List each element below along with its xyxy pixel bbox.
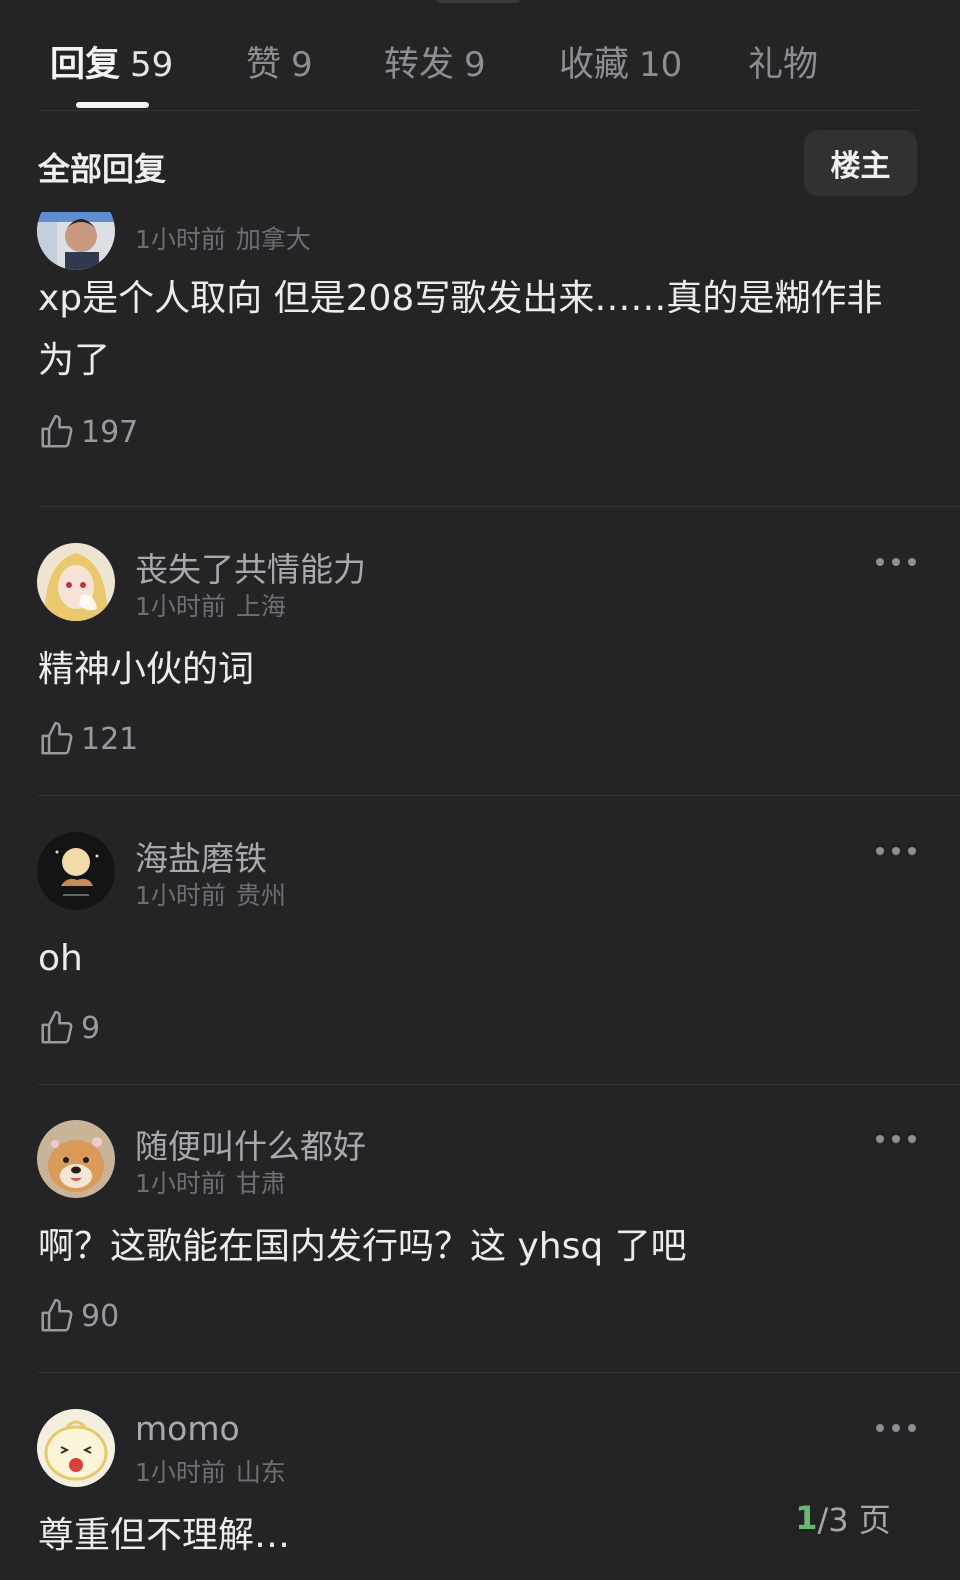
page-indicator[interactable]: 1/3 页 xyxy=(748,1478,938,1558)
comment-location: 甘肃 xyxy=(235,1169,286,1198)
comment-divider xyxy=(38,1372,960,1373)
tab-count: 9 xyxy=(291,45,313,85)
username[interactable]: 海盐磨铁 xyxy=(135,832,267,880)
comment-meta: 1小时前 山东 xyxy=(135,1453,286,1489)
username[interactable]: 丧失了共情能力 xyxy=(135,543,366,591)
comment-meta: 1小时前 甘肃 xyxy=(135,1164,286,1200)
comment-meta: 1小时前 上海 xyxy=(135,587,286,623)
avatar[interactable] xyxy=(37,212,115,270)
avatar[interactable] xyxy=(37,543,115,621)
tab-replies[interactable]: 回复 59 xyxy=(50,36,173,87)
avatar[interactable] xyxy=(37,1120,115,1198)
tab-label: 礼物 xyxy=(748,45,819,85)
current-page: 1 xyxy=(795,1499,818,1537)
comment-meta: 1小时前 贵州 xyxy=(135,876,286,912)
like-count: 9 xyxy=(81,1010,101,1046)
avatar[interactable] xyxy=(37,832,115,910)
avatar[interactable] xyxy=(37,1409,115,1487)
like-count: 121 xyxy=(81,721,139,757)
like-count: 197 xyxy=(81,414,139,450)
tab-count: 9 xyxy=(464,45,486,85)
tab-reposts[interactable]: 转发 9 xyxy=(384,36,486,87)
tab-label: 回复 xyxy=(50,45,121,85)
like-count: 90 xyxy=(81,1298,120,1334)
like-button[interactable]: 121 xyxy=(38,719,138,759)
comment-divider xyxy=(38,506,960,507)
thumbs-up-icon xyxy=(41,1298,73,1332)
username[interactable]: 随便叫什么都好 xyxy=(135,1120,366,1168)
comment-time: 1小时前 xyxy=(135,1169,226,1198)
comment-meta: 1小时前 加拿大 xyxy=(135,220,311,256)
like-button[interactable]: 9 xyxy=(38,1008,100,1048)
thumbs-up-icon xyxy=(41,1010,73,1044)
tab-count: 59 xyxy=(130,45,174,85)
tab-label: 赞 xyxy=(246,45,282,85)
all-replies-title: 全部回复 xyxy=(38,150,167,188)
like-button[interactable]: 197 xyxy=(38,412,138,452)
more-dots-icon[interactable] xyxy=(876,1132,916,1146)
tab-count: 10 xyxy=(639,45,683,85)
thumbs-up-icon xyxy=(41,414,73,448)
comment-divider xyxy=(38,795,960,796)
comment-location: 加拿大 xyxy=(235,225,311,254)
comment-text[interactable]: oh xyxy=(38,928,918,990)
tab-favorites[interactable]: 收藏 10 xyxy=(559,36,682,87)
comment-divider xyxy=(38,1084,960,1085)
tab-bar: 回复 59 赞9 转发 9 收藏 10 礼物 xyxy=(38,28,918,111)
comment-location: 上海 xyxy=(235,592,286,621)
more-dots-icon[interactable] xyxy=(876,555,916,569)
thumbs-up-icon xyxy=(41,721,73,755)
comment-location: 贵州 xyxy=(235,881,286,910)
active-tab-indicator xyxy=(76,102,149,108)
comment-text[interactable]: xp是个人取向 但是208写歌发出来……真的是糊作非为了 xyxy=(38,268,918,392)
comment-time: 1小时前 xyxy=(135,881,226,910)
tab-gifts[interactable]: 礼物 xyxy=(748,36,818,87)
comment-time: 1小时前 xyxy=(135,1458,226,1487)
more-dots-icon[interactable] xyxy=(876,1421,916,1435)
comment-list[interactable]: 1小时前 加拿大 xp是个人取向 但是208写歌发出来……真的是糊作非为了 197… xyxy=(0,212,960,1580)
sheet-handle[interactable] xyxy=(436,0,520,3)
comment-text[interactable]: 精神小伙的词 xyxy=(38,639,918,701)
tab-label: 收藏 xyxy=(559,45,630,85)
total-pages: /3 页 xyxy=(817,1501,891,1539)
username[interactable]: momo xyxy=(135,1409,240,1448)
comment-text[interactable]: 啊？这歌能在国内发行吗？这 yhsq 了吧 xyxy=(38,1216,918,1278)
comment-location: 山东 xyxy=(235,1458,286,1487)
comment-time: 1小时前 xyxy=(135,225,226,254)
op-only-button[interactable]: 楼主 xyxy=(804,130,917,196)
like-button[interactable]: 90 xyxy=(38,1296,119,1336)
comment-time: 1小时前 xyxy=(135,592,226,621)
tab-label: 转发 xyxy=(384,45,455,85)
more-dots-icon[interactable] xyxy=(876,844,916,858)
tab-likes[interactable]: 赞9 xyxy=(246,36,313,87)
